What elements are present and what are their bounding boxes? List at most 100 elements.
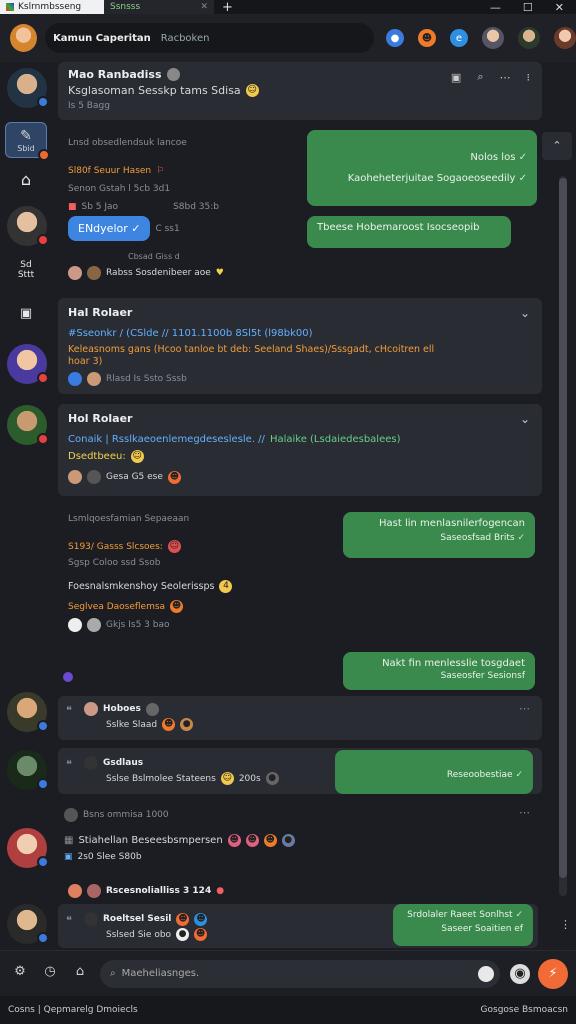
search-icon[interactable]: ⌕ — [477, 70, 483, 84]
status-icon — [166, 68, 180, 81]
sidebar: ✎ Sbid ⌂ Sd Sttt ▣ — [0, 62, 55, 950]
thread-time: Is 5 Bagg — [68, 101, 110, 111]
flag-icon: ⚐ — [156, 166, 165, 176]
outgoing-bubble[interactable]: Nolos los ✓ Kaoheheterjuitae Sogaoeoseed… — [307, 130, 537, 206]
avatar[interactable] — [7, 68, 49, 108]
avatar[interactable] — [7, 828, 49, 868]
thread-preview: Ksglasoman Sesskp tams Sdisa — [68, 84, 241, 97]
card-line: Sslse Bslmolee Stateens — [106, 773, 216, 784]
status-bar: Cosns | Qepmarelg Dmoiecls Gosgose Bsmoa… — [0, 996, 576, 1024]
card-title: Hol Rolaer — [68, 412, 133, 425]
status-icon — [145, 702, 159, 716]
code-card[interactable]: Hal Rolaer ⌄ #Sseonkr / (CSlde // 1101.1… — [58, 298, 542, 394]
outgoing-bubble[interactable]: Tbeese Hobemaroost Isocseopib — [307, 216, 511, 248]
flag-icon: ■ — [68, 202, 77, 212]
message-meta: S8bd 35:b — [173, 202, 220, 212]
options-icon[interactable]: ⁝ — [527, 71, 531, 84]
search-icon: ⌕ — [110, 968, 116, 979]
more-icon[interactable]: ⋯ — [500, 71, 511, 84]
group-title: Bsns ommisa 1000 — [83, 810, 169, 820]
emoji-icon: ☻ — [162, 718, 176, 731]
avatar — [64, 808, 78, 822]
message-meta: Cbsad Giss d — [128, 252, 180, 261]
bell-icon[interactable]: ⌂ — [70, 964, 90, 984]
scroll-up-button[interactable]: ⌃ — [542, 132, 572, 160]
avatar — [68, 266, 82, 280]
outgoing-bubble[interactable]: Nakt fin menlesslie tosgdaet Saseosfer S… — [343, 652, 535, 690]
check-icon: ✓ — [517, 533, 525, 543]
status-badge — [37, 234, 49, 246]
avatar — [87, 618, 101, 632]
blue-status-icon[interactable]: ● — [386, 29, 404, 47]
message-line: Foesnalsmkenshoy Seolerissps — [68, 581, 215, 592]
outgoing-bubble[interactable]: Hast lin menlasnilerfogencan Saseosfsad … — [343, 512, 535, 558]
grid-icon: ▦ — [64, 835, 74, 846]
home-icon[interactable]: ⌂ — [14, 170, 38, 194]
heart-icon: ♥ — [215, 268, 224, 278]
quote-icon: ❝ — [66, 704, 72, 717]
more-icon[interactable]: ⋯ — [519, 806, 530, 819]
avatar[interactable] — [554, 27, 576, 49]
send-button[interactable]: ⚡ — [538, 958, 568, 989]
maximize-icon[interactable]: ☐ — [523, 1, 533, 14]
emoji-icon: ☺ — [130, 450, 144, 463]
close-icon[interactable]: ✕ — [200, 2, 208, 12]
options-icon[interactable]: ⋮ — [560, 918, 571, 931]
status-badge — [37, 720, 49, 732]
avatar[interactable] — [518, 27, 540, 49]
avatar[interactable] — [482, 27, 504, 49]
mic-icon[interactable]: ◉ — [510, 963, 530, 984]
attach-icon[interactable]: ⚙ — [10, 964, 30, 984]
confirm-pill[interactable]: ENdyelor ✓ — [68, 216, 151, 241]
chevron-down-icon[interactable]: ⌄ — [520, 412, 530, 426]
scroll-thumb[interactable] — [559, 178, 567, 878]
more-icon[interactable]: ⋯ — [519, 702, 530, 715]
bag-icon[interactable]: ▣ — [14, 306, 38, 330]
quote-icon: ❝ — [66, 758, 72, 771]
outgoing-bubble[interactable]: Reseoobestiae ✓ — [335, 750, 533, 794]
sidebar-item-label: Sbid — [17, 143, 35, 153]
emoji-icon: ☻ — [170, 600, 184, 613]
code-line: Keleasnoms gans (Hcoo tanloe bt deb: See… — [68, 344, 435, 355]
outgoing-bubble[interactable]: Srdolaler Raeet Sonlhst ✓ Saseer Soaitie… — [393, 904, 533, 946]
avatar[interactable] — [7, 692, 49, 732]
tab-secondary[interactable]: Ssnsss ✕ — [104, 0, 214, 14]
check-icon: ✓ — [518, 173, 527, 184]
bubble-text: Hast lin menlasnilerfogencan — [379, 518, 525, 529]
message-line: 2s0 Slee S80b — [77, 852, 142, 862]
pill-meta: C ss1 — [155, 223, 180, 234]
clock-icon[interactable]: ◷ — [40, 964, 60, 984]
tab-label: Ssnsss — [110, 2, 141, 12]
code-card[interactable]: Hol Rolaer ⌄ Conaik | Rsslkaeoenlemegdes… — [58, 404, 542, 496]
close-window-icon[interactable]: ✕ — [555, 1, 564, 14]
scrollbar[interactable]: ⌃ — [542, 128, 572, 908]
tab-main[interactable]: Kslrnmbsseng — [0, 0, 104, 14]
chevron-down-icon[interactable]: ⌄ — [520, 306, 530, 320]
info-icon[interactable]: e — [450, 29, 468, 47]
tab-bar: Kslrnmbsseng Ssnsss ✕ + — ☐ ✕ — [0, 0, 576, 15]
minimize-icon[interactable]: — — [490, 1, 501, 14]
bubble-text: Saseosfer Sesionsf — [440, 671, 525, 681]
avatar[interactable] — [7, 206, 49, 246]
bubble-text: Nolos los — [470, 152, 516, 163]
sidebar-item-chats[interactable]: ✎ Sbid — [5, 122, 50, 161]
card-title: Roeltsel Sesil — [103, 914, 172, 924]
sidebar-item-settings[interactable]: Sd Sttt — [14, 260, 38, 284]
avatar[interactable] — [7, 344, 49, 384]
reply-card[interactable]: ❝ Hoboes Sslke Slaad ☻ ● ⋯ — [58, 696, 542, 740]
avatar[interactable] — [7, 405, 49, 445]
card-time: 200s — [238, 773, 261, 784]
new-tab-button[interactable]: + — [222, 0, 233, 15]
orange-face-icon[interactable]: ☻ — [418, 29, 436, 47]
thread-card[interactable]: Mao Ranbadiss Ksglasoman Sesskp tams Sdi… — [58, 62, 542, 120]
avatar[interactable] — [7, 904, 49, 944]
check-icon: ✓ — [515, 910, 523, 920]
pin-icon[interactable]: ▣ — [451, 71, 461, 84]
emoji-picker-icon[interactable] — [478, 965, 494, 982]
contact-search[interactable]: Kamun Caperitan Racboken — [45, 23, 374, 53]
thread-name: Mao Ranbadiss — [68, 68, 162, 81]
avatar[interactable] — [7, 750, 49, 790]
avatar[interactable] — [10, 24, 38, 52]
message-input[interactable]: ⌕ Maeheliasnges. — [100, 959, 500, 988]
status-left: Cosns | Qepmarelg Dmoiecls — [8, 1005, 138, 1015]
